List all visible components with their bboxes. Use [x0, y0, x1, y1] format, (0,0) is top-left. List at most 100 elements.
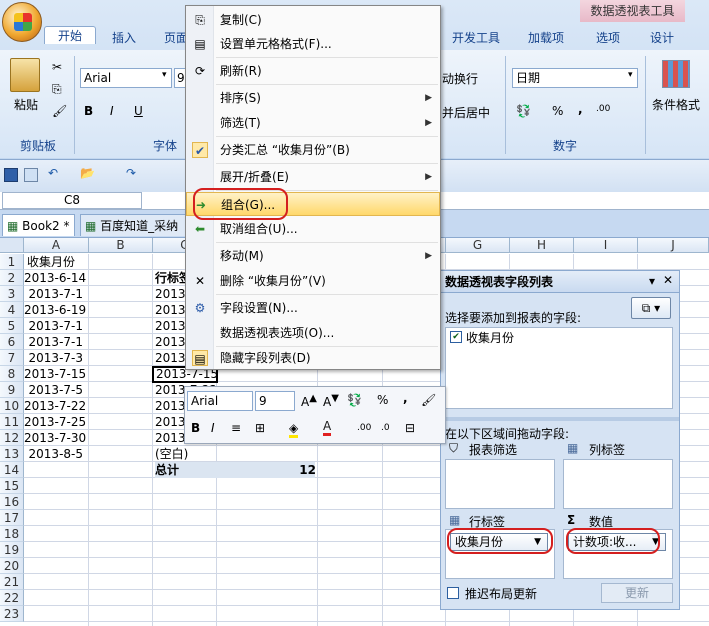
- border-icon[interactable]: ⊞: [255, 421, 265, 435]
- save-icon[interactable]: [4, 168, 18, 182]
- office-button[interactable]: [2, 2, 42, 42]
- currency-icon[interactable]: 💱: [516, 104, 531, 118]
- cell-a[interactable]: 2013-6-19: [24, 302, 86, 318]
- row-header[interactable]: 22: [0, 590, 24, 606]
- pane-menu-chevron-icon[interactable]: ▾: [649, 274, 655, 288]
- row-header[interactable]: 17: [0, 510, 24, 526]
- font-name-select[interactable]: Arial: [80, 68, 172, 88]
- comma-icon[interactable]: ,: [403, 391, 408, 405]
- redo-icon[interactable]: ↷: [126, 166, 136, 180]
- cell-a[interactable]: 2013-8-5: [24, 446, 86, 462]
- menu-item-refresh[interactable]: ⟳ 刷新(R): [186, 59, 440, 83]
- underline-button[interactable]: U: [134, 104, 143, 118]
- open-icon[interactable]: 📂: [80, 166, 95, 180]
- row-header[interactable]: 3: [0, 286, 24, 302]
- increase-decimal-icon[interactable]: .00: [357, 423, 371, 433]
- workbook-tab-baidu[interactable]: ▦ 百度知道_采纳: [80, 214, 188, 236]
- total-value[interactable]: 12: [260, 462, 316, 478]
- row-header[interactable]: 19: [0, 542, 24, 558]
- row-header[interactable]: 12: [0, 430, 24, 446]
- menu-item-ungroup[interactable]: ⬅ 取消组合(U)...: [186, 217, 440, 241]
- row-header[interactable]: 11: [0, 414, 24, 430]
- cell-a[interactable]: 2013-7-15: [24, 366, 86, 382]
- row-header[interactable]: 18: [0, 526, 24, 542]
- menu-item-filter[interactable]: 筛选(T) ▶: [186, 111, 440, 135]
- cell-a[interactable]: 2013-7-22: [24, 398, 86, 414]
- update-button[interactable]: 更新: [601, 583, 673, 603]
- tab-insert[interactable]: 插入: [102, 26, 146, 50]
- cell-a[interactable]: 2013-7-1: [24, 334, 86, 350]
- cell-a[interactable]: 2013-6-14: [24, 270, 86, 286]
- row-header[interactable]: 2: [0, 270, 24, 286]
- menu-item-copy[interactable]: ⎘ 复制(C): [186, 8, 440, 32]
- cut-icon[interactable]: ✂: [52, 60, 62, 74]
- menu-item-subtotal[interactable]: ✔ 分类汇总 “收集月份”(B): [186, 138, 440, 162]
- menu-item-move[interactable]: 移动(M) ▶: [186, 244, 440, 268]
- row-header[interactable]: 15: [0, 478, 24, 494]
- row-header[interactable]: 8: [0, 366, 24, 382]
- conditional-format-label[interactable]: 条件格式: [652, 96, 700, 113]
- row-header[interactable]: 23: [0, 606, 24, 622]
- report-filter-zone[interactable]: [445, 459, 555, 509]
- close-icon[interactable]: ✕: [663, 273, 673, 287]
- percent-icon[interactable]: %: [377, 393, 388, 407]
- row-header[interactable]: 6: [0, 334, 24, 350]
- grow-font-icon[interactable]: A▲: [301, 393, 317, 409]
- cell-a[interactable]: 2013-7-25: [24, 414, 86, 430]
- tab-design[interactable]: 设计: [640, 26, 684, 50]
- menu-item-format-cells[interactable]: ▤ 设置单元格格式(F)...: [186, 32, 440, 56]
- cell-a[interactable]: 2013-7-1: [24, 318, 86, 334]
- cell-c[interactable]: (空白): [155, 446, 215, 462]
- column-header[interactable]: A: [24, 238, 89, 253]
- menu-item-field-settings[interactable]: ⚙ 字段设置(N)...: [186, 296, 440, 320]
- mini-size-select[interactable]: 9: [255, 391, 295, 411]
- row-header[interactable]: 4: [0, 302, 24, 318]
- paste-label[interactable]: 粘贴: [14, 96, 38, 113]
- comma-button[interactable]: ,: [578, 102, 583, 116]
- merge-center-button[interactable]: 并后居中: [442, 104, 490, 121]
- format-painter-icon[interactable]: 🖌: [52, 104, 67, 118]
- column-header[interactable]: J: [638, 238, 709, 253]
- layout-options-button[interactable]: ⧉ ▾: [631, 297, 671, 319]
- copy-icon[interactable]: ⎘: [52, 82, 62, 97]
- print-icon[interactable]: [24, 168, 38, 182]
- row-header[interactable]: 10: [0, 398, 24, 414]
- shrink-font-icon[interactable]: A▼: [323, 393, 339, 409]
- wrap-text-button[interactable]: 动换行: [442, 70, 478, 87]
- column-labels-zone[interactable]: [563, 459, 673, 509]
- name-box[interactable]: C8: [2, 192, 142, 209]
- tab-home[interactable]: 开始: [44, 26, 96, 44]
- workbook-tab-book2[interactable]: ▦ Book2 *: [2, 214, 75, 236]
- percent-button[interactable]: %: [552, 104, 563, 118]
- mini-italic-icon[interactable]: I: [211, 421, 215, 435]
- increase-decimal-icon[interactable]: .00: [596, 104, 610, 114]
- mini-bold-icon[interactable]: B: [191, 421, 200, 435]
- format-painter-icon[interactable]: 🖌: [421, 393, 436, 407]
- undo-icon[interactable]: ↶: [48, 166, 58, 180]
- cell-a[interactable]: 收集月份: [27, 254, 89, 270]
- paste-icon[interactable]: [10, 58, 40, 92]
- row-header[interactable]: 5: [0, 318, 24, 334]
- center-align-icon[interactable]: ≡: [231, 421, 241, 435]
- cell-a[interactable]: 2013-7-30: [24, 430, 86, 446]
- select-all-corner[interactable]: [0, 238, 24, 253]
- bold-button[interactable]: B: [84, 104, 93, 118]
- field-checkbox[interactable]: ✔: [450, 331, 462, 343]
- mini-font-select[interactable]: Arial: [187, 391, 253, 411]
- menu-item-delete[interactable]: ✕ 删除 “收集月份”(V): [186, 269, 440, 293]
- menu-item-expand-collapse[interactable]: 展开/折叠(E) ▶: [186, 165, 440, 189]
- menu-item-hide-field-list[interactable]: ▤ 隐藏字段列表(D): [186, 346, 440, 370]
- row-header[interactable]: 20: [0, 558, 24, 574]
- pane-splitter[interactable]: [441, 417, 679, 421]
- row-header[interactable]: 14: [0, 462, 24, 478]
- decrease-decimal-icon[interactable]: .0: [381, 423, 390, 433]
- cell-a[interactable]: 2013-7-3: [24, 350, 86, 366]
- row-header[interactable]: 21: [0, 574, 24, 590]
- menu-item-pivot-options[interactable]: 数据透视表选项(O)...: [186, 321, 440, 345]
- currency-icon[interactable]: 💱: [347, 393, 362, 407]
- defer-update-checkbox[interactable]: [447, 587, 459, 599]
- tab-developer[interactable]: 开发工具: [442, 26, 510, 50]
- font-color-icon[interactable]: A: [323, 419, 332, 436]
- row-header[interactable]: 13: [0, 446, 24, 462]
- field-name[interactable]: 收集月份: [466, 329, 514, 346]
